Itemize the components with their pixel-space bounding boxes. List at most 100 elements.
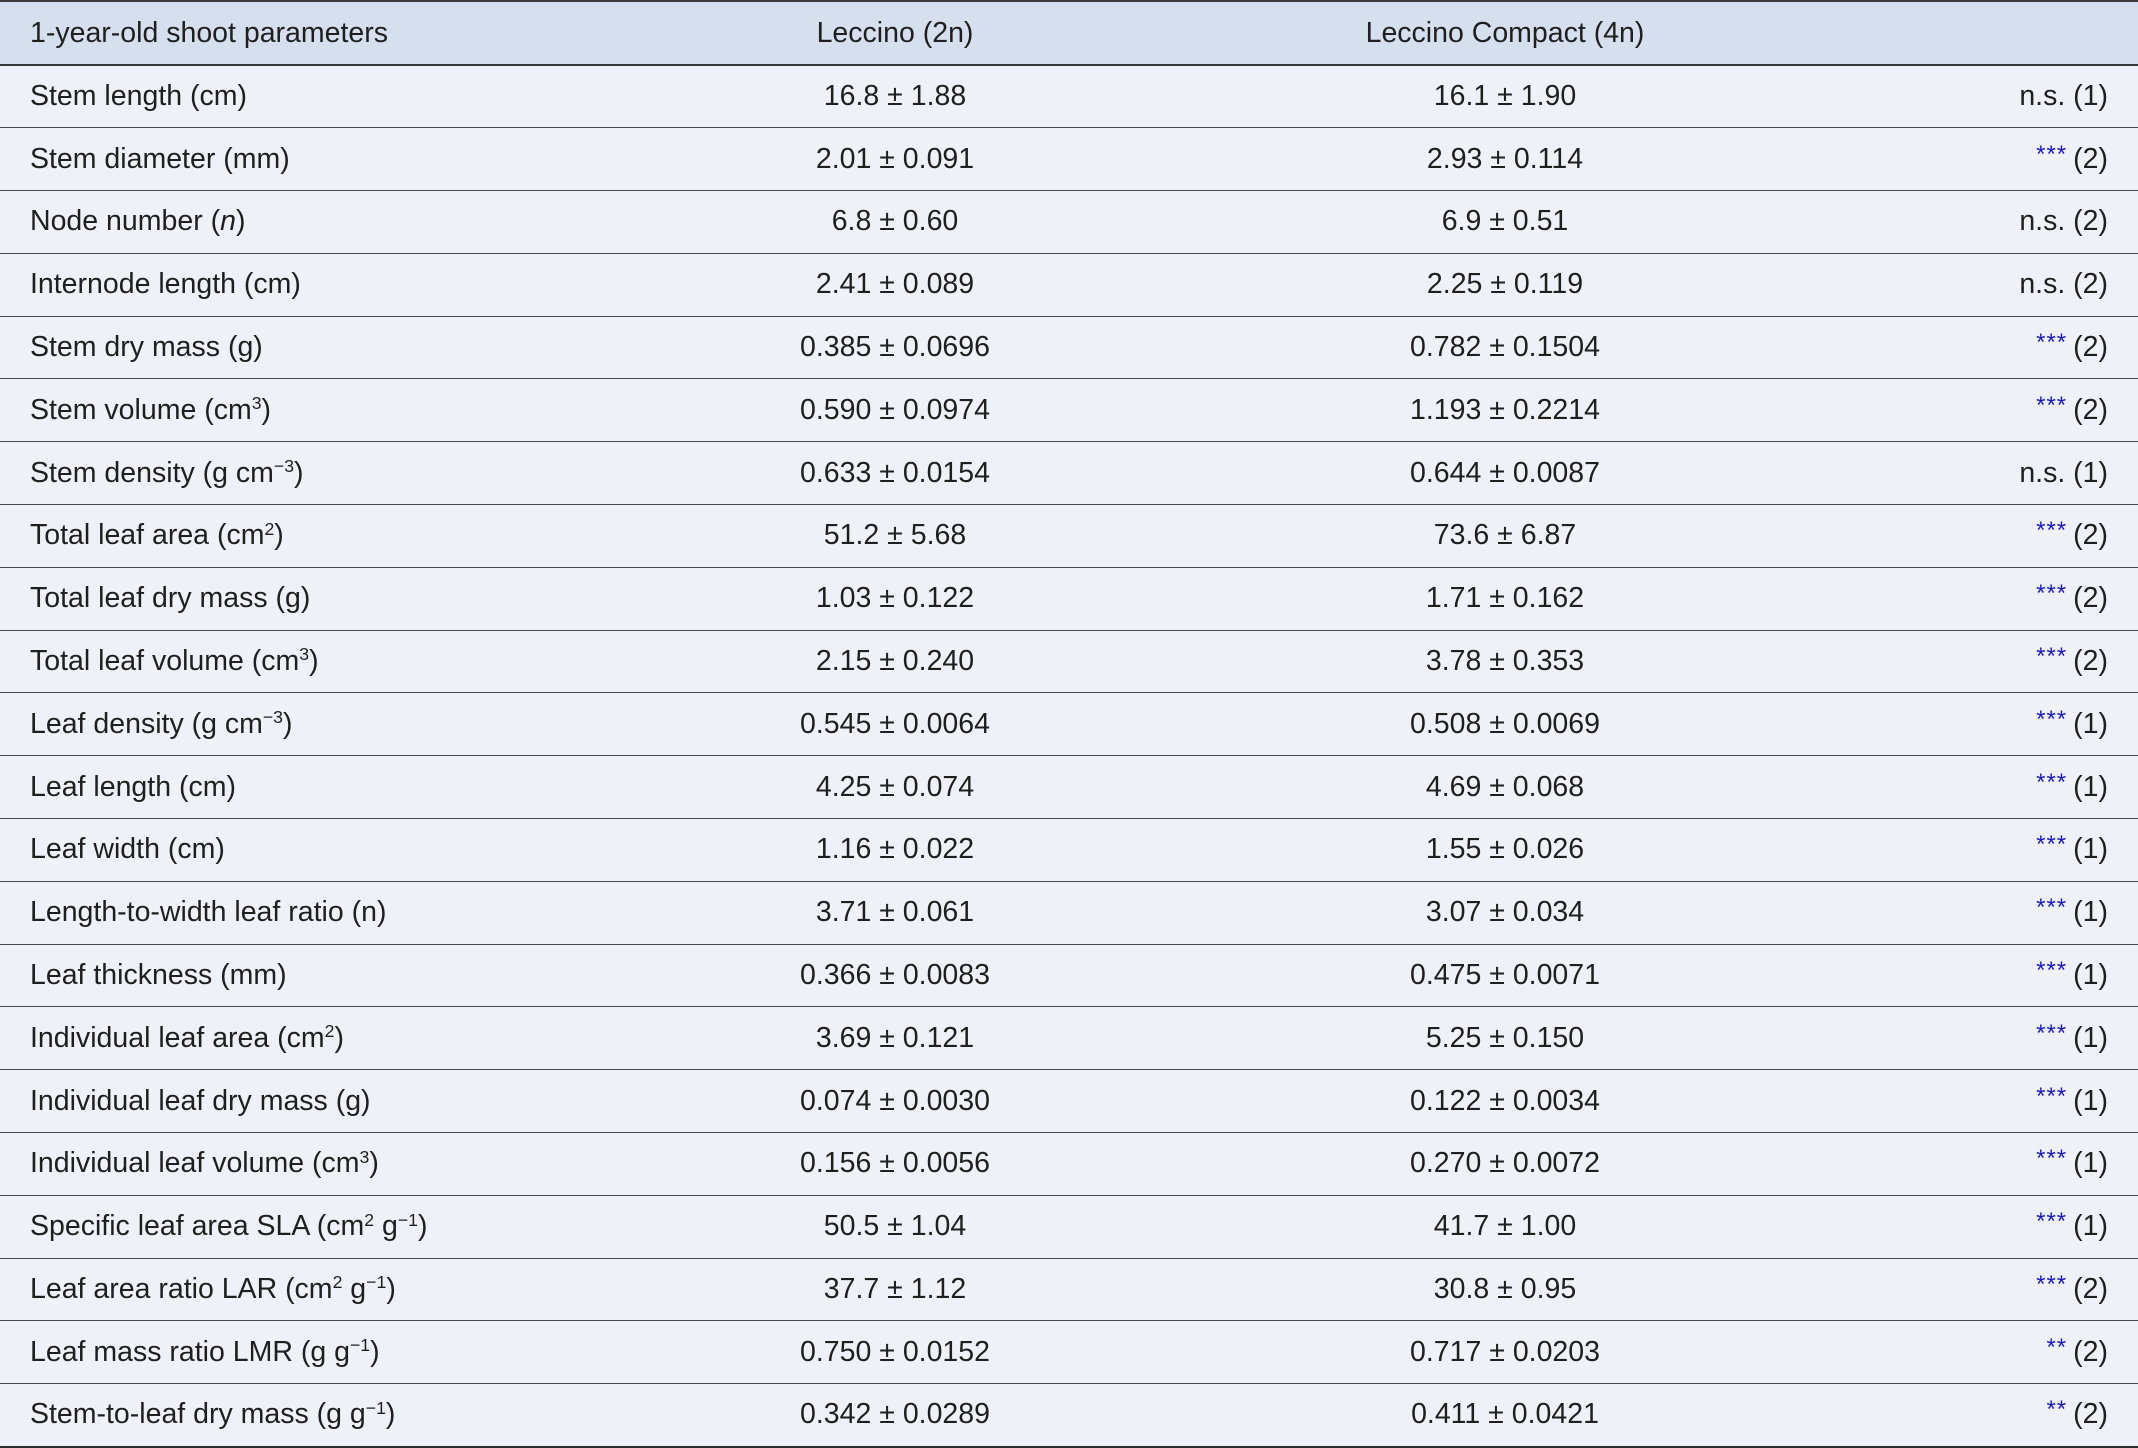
parameter-superscript: 2 [264,518,275,539]
significance-note: (1) [2073,1084,2108,1117]
significance-cell: *** (2) [1890,1258,2138,1321]
parameter-label: Leaf density (g cm [30,707,263,740]
significance-cell: *** (2) [1890,128,2138,191]
significance-stars: *** [2036,1145,2068,1173]
significance-note: n.s. (1) [2019,456,2108,489]
parameter-label: Stem-to-leaf dry mass (g g [30,1398,366,1431]
value-leccino-2n: 1.16 ± 0.022 [815,833,975,866]
parameter-label-suffix: g [342,1273,367,1306]
significance-note: (2) [2073,519,2108,552]
significance-cell: *** (2) [1890,379,2138,442]
value-leccino-compact-4n: 0.782 ± 0.1504 [1410,331,1600,364]
significance-cell: *** (1) [1890,693,2138,756]
significance-stars: *** [2036,768,2068,796]
parameter-label-suffix: ) [334,1021,344,1054]
parameter-label-suffix: ) [385,1398,396,1431]
parameter-label: Total leaf area (cm [30,519,265,552]
significance-cell: *** (1) [1890,819,2138,882]
parameter-cell: Total leaf area (cm2) [0,505,670,568]
table-row: Individual leaf volume (cm3) 0.156 ± 0.00… [0,1133,2138,1196]
value-leccino-compact-4n: 1.71 ± 0.162 [1425,582,1585,615]
value-leccino-2n: 0.385 ± 0.0696 [800,331,990,364]
significance-cell: *** (2) [1890,630,2138,693]
parameter-cell: Leaf mass ratio LMR (g g−1) [0,1321,670,1384]
significance-note: (1) [2073,707,2108,740]
value-leccino-2n: 0.545 ± 0.0064 [800,707,990,740]
parameter-cell: Individual leaf dry mass (g) [0,1070,670,1133]
value-leccino-compact-4n: 6.9 ± 0.51 [1441,205,1569,238]
value-leccino-2n: 0.750 ± 0.0152 [800,1335,990,1368]
parameter-label: Leaf mass ratio LMR (g g [30,1335,350,1368]
parameter-label: Stem diameter (mm) [30,142,290,175]
value-leccino-2n: 6.8 ± 0.60 [831,205,959,238]
parameter-cell: Leaf area ratio LAR (cm2 g−1) [0,1258,670,1321]
significance-note: (2) [2073,1398,2108,1431]
header-leccino-2n: Leccino (2n) [816,16,974,49]
value-leccino-2n: 0.633 ± 0.0154 [800,456,990,489]
table-row: Total leaf area (cm2) 51.2 ± 5.68 73.6 ± 6… [0,505,2138,568]
parameter-label: Total leaf volume (cm [30,645,300,678]
significance-cell: *** (1) [1890,1195,2138,1258]
table-row: Stem diameter (mm) 2.01 ± 0.091 2.93 ± 0.1… [0,128,2138,191]
significance-cell: ** (2) [1890,1384,2138,1447]
value-leccino-compact-4n: 3.78 ± 0.353 [1425,645,1585,678]
parameter-cell: Stem diameter (mm) [0,128,670,191]
significance-note: (1) [2073,896,2108,929]
value-leccino-compact-4n: 0.508 ± 0.0069 [1410,707,1600,740]
parameter-superscript: 3 [299,644,310,665]
value-leccino-2n: 0.156 ± 0.0056 [800,1147,990,1180]
parameter-label: Leaf length (cm) [30,770,236,803]
significance-stars: *** [2036,705,2068,733]
table-row: Specific leaf area SLA (cm2 g−1) 50.5 ± 1… [0,1195,2138,1259]
table-header: 1-year-old shoot parameters Leccino (2n)… [0,1,2138,65]
significance-note: (1) [2073,770,2108,803]
parameter-label: Internode length (cm) [30,268,301,301]
value-leccino-2n: 0.342 ± 0.0289 [800,1398,990,1431]
parameter-label: Stem volume (cm [30,393,252,426]
significance-note: n.s. (2) [2019,205,2108,238]
value-leccino-2n: 3.69 ± 0.121 [815,1021,975,1054]
value-leccino-compact-4n: 3.07 ± 0.034 [1425,896,1585,929]
significance-cell: *** (2) [1890,505,2138,568]
parameter-label-suffix: ) [235,205,246,238]
value-leccino-2n: 0.074 ± 0.0030 [800,1084,990,1117]
significance-cell: n.s. (1) [1890,442,2138,505]
parameter-superscript: 2 [364,1209,375,1230]
parameter-superscript-2: −1 [397,1209,418,1230]
value-leccino-2n: 0.366 ± 0.0083 [800,959,990,992]
parameter-cell: Leaf thickness (mm) [0,944,670,1007]
table-row: Leaf thickness (mm) 0.366 ± 0.0083 0.475 ±… [0,944,2138,1007]
significance-cell: *** (1) [1890,881,2138,944]
significance-stars: ** [2046,1396,2068,1424]
value-leccino-compact-4n: 1.55 ± 0.026 [1425,833,1585,866]
value-leccino-compact-4n: 30.8 ± 0.95 [1433,1273,1577,1306]
significance-cell: *** (1) [1890,1070,2138,1133]
parameter-superscript: −1 [349,1335,371,1356]
significance-stars: *** [2036,517,2068,545]
header-significance [1890,1,2138,65]
parameter-cell: Stem volume (cm3) [0,379,670,442]
significance-stars: ** [2046,1333,2068,1361]
parameter-label: Total leaf dry mass (g) [30,582,311,615]
parameter-superscript: −3 [262,707,283,728]
parameter-superscript-2: −1 [366,1272,387,1293]
parameter-cell: Total leaf volume (cm3) [0,630,670,693]
parameter-label-suffix: ) [274,519,284,552]
parameter-superscript: 3 [359,1146,370,1167]
significance-note: (1) [2073,959,2108,992]
significance-note: (2) [2073,645,2108,678]
parameter-cell: Stem length (cm) [0,65,670,128]
significance-stars: *** [2036,391,2068,419]
significance-cell: ** (2) [1890,1321,2138,1384]
parameter-label-suffix: ) [261,393,272,426]
significance-cell: *** (2) [1890,316,2138,379]
value-leccino-2n: 2.41 ± 0.089 [815,268,975,301]
significance-cell: *** (1) [1890,1007,2138,1070]
significance-cell: *** (1) [1890,1133,2138,1196]
parameter-cell: Stem dry mass (g) [0,316,670,379]
table-row: Leaf length (cm) 4.25 ± 0.074 4.69 ± 0.068… [0,756,2138,819]
table-row: Stem dry mass (g) 0.385 ± 0.0696 0.782 ± 0… [0,316,2138,379]
value-leccino-2n: 16.8 ± 1.88 [823,80,967,113]
significance-stars: *** [2036,643,2068,671]
parameter-superscript: −3 [273,455,295,476]
